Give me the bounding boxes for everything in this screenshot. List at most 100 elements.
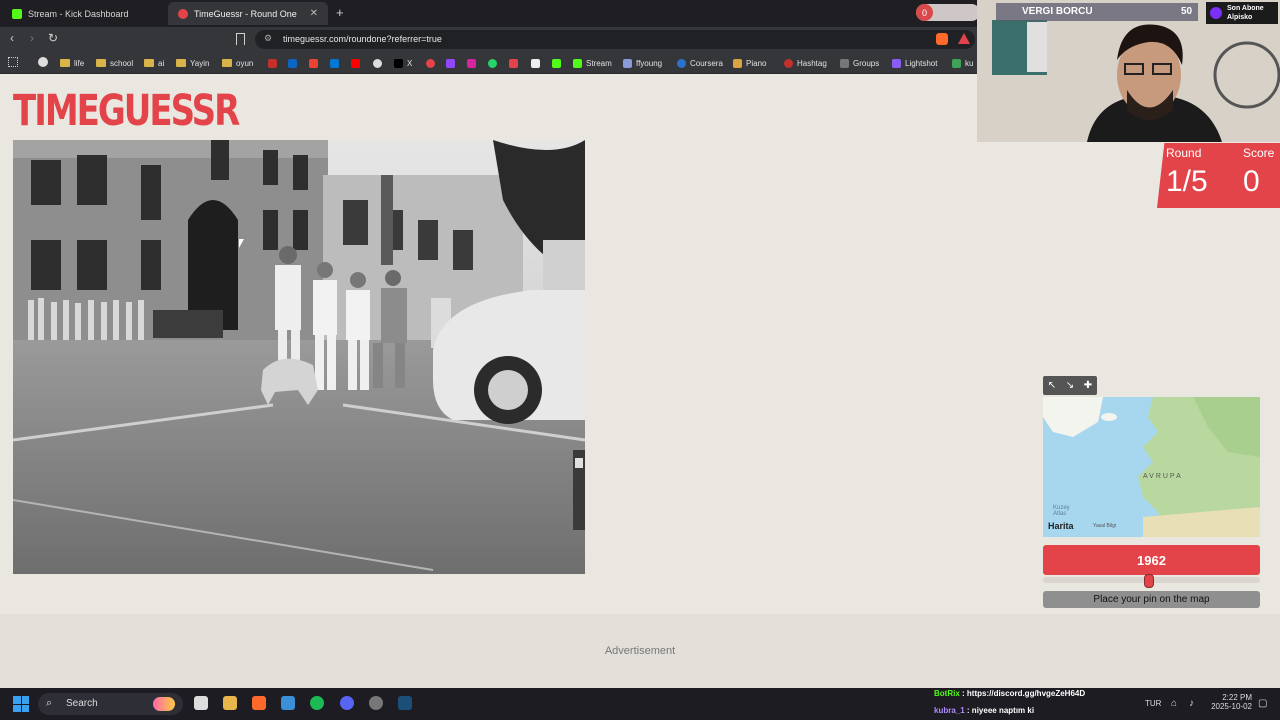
bookmark-piano[interactable]: Piano: [733, 56, 766, 70]
gmail-icon[interactable]: [309, 56, 318, 70]
clock[interactable]: 2:22 PM 2025-10-02: [1210, 693, 1252, 711]
back-icon[interactable]: ‹: [10, 31, 14, 45]
map-label-atlantic: Kuzey Atlas: [1053, 505, 1070, 517]
year-display: 1962: [1043, 545, 1260, 575]
network-icon[interactable]: ⌂: [1171, 698, 1177, 709]
chat-line-1: BotRix : https://discord.gg/hvgeZeH64D: [934, 689, 1085, 698]
instagram-icon[interactable]: [467, 56, 476, 70]
kick-icon: [573, 58, 582, 68]
amazon-icon[interactable]: [531, 56, 540, 70]
bookmark-oyun[interactable]: oyun: [222, 56, 253, 70]
folder-icon: [144, 59, 154, 67]
task-view-icon[interactable]: [194, 696, 208, 710]
brave-browser-icon[interactable]: [252, 696, 266, 710]
last-subscriber-box: Son Abone Alpisko: [1206, 2, 1278, 24]
map-legal-link[interactable]: Yasal Bilgi: [1093, 523, 1116, 529]
taskbar-search[interactable]: ⌕ Search: [38, 693, 183, 715]
coursera-icon: [677, 58, 686, 68]
youtube-icon[interactable]: [351, 56, 360, 70]
bookmark-stream[interactable]: Stream: [573, 56, 612, 70]
forward-icon[interactable]: ›: [30, 31, 34, 45]
bookmark-ffyoung[interactable]: ffyoung: [623, 56, 662, 70]
historic-street-photo: [13, 140, 585, 574]
site-info-icon[interactable]: ⚙: [264, 33, 272, 44]
tax-goal-bar: VERGI BORCU 50: [996, 3, 1198, 21]
bookmark-lightshot[interactable]: Lightshot: [892, 56, 937, 70]
close-tab-icon[interactable]: ✕: [310, 8, 318, 19]
last-sub-title: Son Abone: [1227, 5, 1264, 12]
url-field[interactable]: ⚙ timeguessr.com/roundone?referrer=true: [255, 30, 975, 49]
map-toolbar: ↖ ↘ ✚: [1043, 376, 1097, 395]
brave-rewards-icon[interactable]: [958, 33, 970, 44]
bookmark-icon[interactable]: [236, 33, 245, 45]
map-label-europe: AVRUPA: [1143, 473, 1183, 480]
bookmark-coursera[interactable]: Coursera: [677, 56, 723, 70]
folder-icon: [60, 59, 70, 67]
brave-shield-icon[interactable]: [936, 33, 948, 45]
map-brand: Harita: [1048, 521, 1074, 531]
folder-icon: [176, 59, 186, 67]
last-sub-name: Alpisko: [1227, 14, 1253, 21]
bookmark-groups[interactable]: Groups: [840, 56, 879, 70]
copilot-icon: [153, 697, 175, 711]
expand-map-icon[interactable]: ↖: [1048, 380, 1056, 391]
outlook-icon[interactable]: [330, 56, 339, 70]
bookmark-hashtag[interactable]: Hashtag: [784, 56, 827, 70]
volume-icon[interactable]: ♪: [1189, 698, 1194, 709]
chat-message-1: : https://discord.gg/hvgeZeH64D: [962, 689, 1086, 698]
pin-map-icon[interactable]: ✚: [1084, 380, 1092, 391]
bookmark-life[interactable]: life: [60, 56, 84, 70]
photos-icon[interactable]: [281, 696, 295, 710]
chrome-icon[interactable]: [373, 56, 382, 70]
link-icon: [840, 58, 849, 68]
linkedin-icon[interactable]: [288, 56, 297, 70]
place-pin-button[interactable]: Place your pin on the map: [1043, 591, 1260, 608]
kick-icon[interactable]: [552, 56, 561, 70]
folder-icon: [96, 59, 106, 67]
tumblr-icon[interactable]: [509, 56, 518, 70]
tax-value: 50: [1181, 6, 1193, 17]
tax-label: VERGI BORCU: [1022, 6, 1093, 17]
chat-line-2: kubra_1 : niyeee naptım ki: [934, 706, 1034, 715]
file-explorer-icon[interactable]: [223, 696, 237, 710]
clock-date: 2025-10-02: [1211, 702, 1252, 711]
round-label: Round: [1166, 146, 1202, 160]
bookmark-ku[interactable]: ku: [952, 56, 973, 70]
steam-icon[interactable]: [398, 696, 412, 710]
folder-icon: [222, 59, 232, 67]
notification-count: 0: [916, 4, 933, 21]
discord-icon[interactable]: [340, 696, 354, 710]
twitch-icon[interactable]: [446, 56, 455, 70]
google-icon[interactable]: [38, 57, 48, 67]
new-tab-icon[interactable]: +: [336, 5, 344, 20]
tab-kick-dashboard[interactable]: Stream - Kick Dashboard: [2, 2, 165, 25]
apps-grid-icon[interactable]: [8, 57, 18, 67]
bookmark-yayin[interactable]: Yayin: [176, 56, 209, 70]
tab-timeguessr[interactable]: TimeGuessr - Round One ✕: [168, 2, 328, 25]
score-label: Score: [1243, 146, 1275, 160]
obs-icon[interactable]: [369, 696, 383, 710]
shrink-map-icon[interactable]: ↘: [1066, 380, 1074, 391]
whatsapp-icon[interactable]: [488, 56, 497, 70]
piano-icon: [733, 58, 742, 68]
year-slider-handle[interactable]: [1144, 574, 1155, 588]
record-icon[interactable]: [426, 56, 435, 70]
reload-icon[interactable]: ↻: [48, 31, 58, 45]
bookmark-red-icon[interactable]: [268, 56, 277, 70]
search-label: Search: [66, 698, 98, 709]
bookmark-school[interactable]: school: [96, 56, 133, 70]
ffyoung-icon: [623, 58, 632, 68]
bookmark-ai[interactable]: ai: [144, 56, 164, 70]
guess-map[interactable]: AVRUPA Kuzey Atlas Harita Yasal Bilgi: [1043, 397, 1260, 537]
timeguessr-icon: [178, 8, 188, 19]
x-icon: [394, 58, 403, 68]
notification-icon[interactable]: ▢: [1258, 698, 1267, 709]
advertisement-label: Advertisement: [604, 645, 676, 657]
spotify-icon[interactable]: [310, 696, 324, 710]
timeguessr-logo[interactable]: TIMEGUESSR: [13, 86, 240, 136]
language-indicator[interactable]: TUR: [1145, 699, 1161, 708]
notification-pill: 0: [916, 4, 980, 21]
bookmark-x[interactable]: X: [394, 56, 412, 70]
drive-icon: [952, 58, 961, 68]
start-icon[interactable]: [13, 696, 29, 712]
